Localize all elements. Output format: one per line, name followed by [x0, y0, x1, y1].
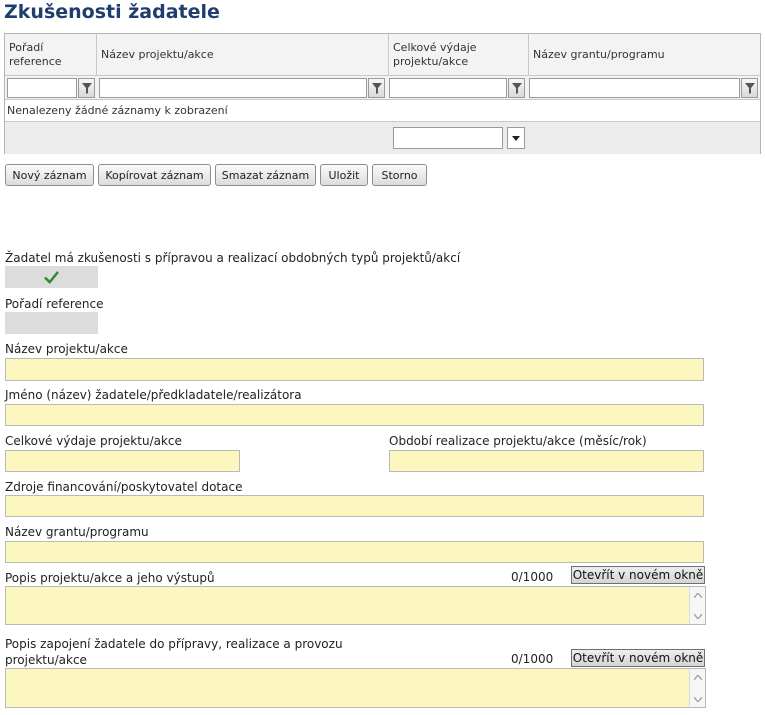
project-name-label: Název projektu/akce	[5, 342, 128, 356]
filter-icon[interactable]	[368, 78, 385, 98]
chevron-down-icon	[512, 135, 520, 141]
filter-input-grant-name[interactable]	[529, 78, 740, 98]
page-title: Zkušenosti žadatele	[4, 1, 220, 23]
period-input[interactable]	[389, 450, 704, 472]
involvement-label-line1: Popis zapojení žadatele do přípravy, rea…	[5, 637, 343, 651]
grid-pager	[5, 122, 760, 154]
scroll-down-icon[interactable]	[690, 608, 705, 624]
involvement-textarea[interactable]	[5, 668, 706, 708]
funding-source-input[interactable]	[5, 495, 704, 517]
column-header-total-costs[interactable]: Celkové výdaje projektu/akce	[389, 34, 529, 76]
new-record-button[interactable]: Nový záznam	[5, 164, 94, 186]
save-button[interactable]: Uložit	[320, 164, 368, 186]
reference-order-label: Pořadí reference	[5, 297, 104, 311]
reference-order-field	[5, 312, 98, 334]
involvement-char-counter: 0/1000	[511, 652, 554, 666]
delete-record-button[interactable]: Smazat záznam	[215, 164, 316, 186]
involvement-label-line2: projektu/akce	[5, 653, 87, 667]
empty-message: Nenalezeny žádné záznamy k zobrazení	[5, 100, 760, 122]
grant-name-input[interactable]	[5, 541, 704, 563]
filter-icon[interactable]	[78, 78, 95, 98]
filter-icon[interactable]	[508, 78, 525, 98]
scroll-down-icon[interactable]	[690, 691, 705, 707]
description-open-window-button[interactable]: Otevřít v novém okně	[571, 566, 705, 584]
description-label: Popis projektu/akce a jeho výstupů	[5, 571, 215, 585]
experience-checkbox[interactable]	[5, 266, 98, 288]
period-label: Období realizace projektu/akce (měsíc/ro…	[389, 434, 647, 448]
involvement-scrollbar[interactable]	[689, 669, 705, 707]
funding-source-label: Zdroje financování/poskytovatel dotace	[5, 480, 243, 494]
grid-header: Pořadí reference Název projektu/akce Cel…	[5, 34, 760, 76]
description-textarea[interactable]	[5, 586, 706, 625]
cancel-button[interactable]: Storno	[372, 164, 427, 186]
scroll-up-icon[interactable]	[690, 587, 705, 603]
column-header-grant-name[interactable]: Název grantu/programu	[529, 34, 762, 76]
filter-input-project-name[interactable]	[99, 78, 367, 98]
project-name-input[interactable]	[5, 358, 704, 381]
records-grid: Pořadí reference Název projektu/akce Cel…	[4, 33, 761, 154]
checkmark-icon	[44, 270, 59, 284]
total-costs-input[interactable]	[5, 450, 240, 472]
copy-record-button[interactable]: Kopírovat záznam	[98, 164, 211, 186]
experience-label: Žadatel má zkušenosti s přípravou a real…	[5, 251, 461, 265]
page-select[interactable]	[393, 127, 503, 149]
applicant-name-input[interactable]	[5, 404, 704, 426]
involvement-open-window-button[interactable]: Otevřít v novém okně	[571, 649, 705, 667]
filter-icon[interactable]	[741, 78, 758, 98]
filter-input-total-costs[interactable]	[389, 78, 507, 98]
column-header-reference-order[interactable]: Pořadí reference	[5, 34, 97, 76]
page-select-dropdown-button[interactable]	[507, 127, 525, 149]
applicant-name-label: Jméno (název) žadatele/předkladatele/rea…	[5, 388, 302, 402]
grant-name-label: Název grantu/programu	[5, 525, 149, 539]
scroll-up-icon[interactable]	[690, 669, 705, 685]
total-costs-label: Celkové výdaje projektu/akce	[5, 434, 182, 448]
description-char-counter: 0/1000	[511, 570, 554, 584]
description-scrollbar[interactable]	[689, 587, 705, 624]
column-header-project-name[interactable]: Název projektu/akce	[97, 34, 389, 76]
filter-row	[5, 76, 760, 100]
filter-input-reference-order[interactable]	[7, 78, 77, 98]
